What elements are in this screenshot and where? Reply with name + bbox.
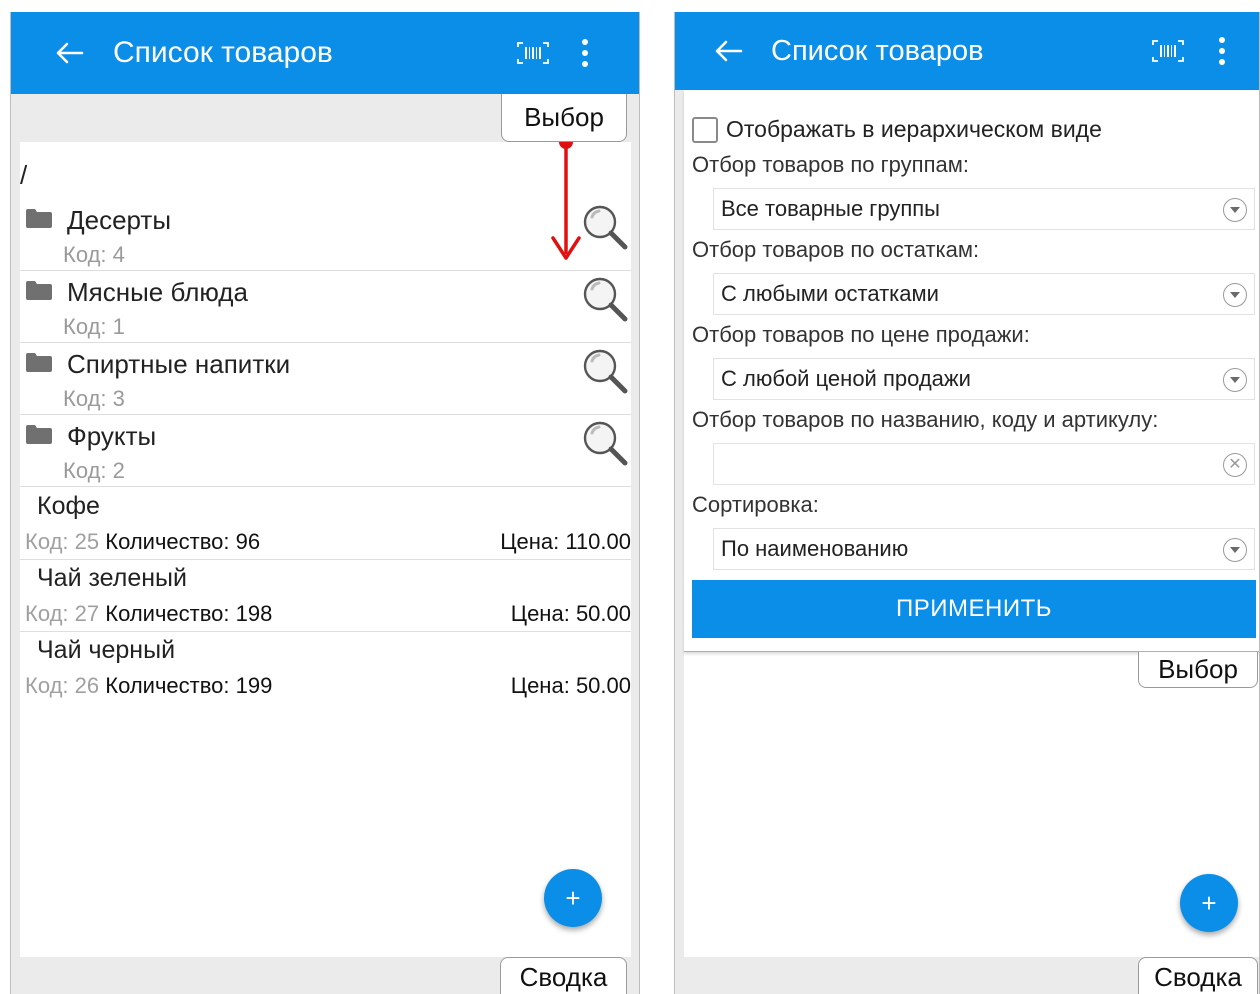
item-row[interactable]: Кофе Код: 25 Количество: 96 Цена: 110.00 — [20, 488, 631, 560]
group-name: Фрукты — [67, 421, 157, 451]
group-name: Спиртные напитки — [67, 349, 291, 379]
item-meta: Код: 25 Количество: 96 — [25, 529, 261, 554]
stock-filter-label: Отбор товаров по остаткам: — [692, 237, 980, 262]
stock-filter-value: С любыми остатками — [721, 281, 939, 306]
folder-icon — [26, 425, 52, 444]
product-list: / Десерты Код: 4 Мясные блюда Код: 1 Спи… — [20, 142, 631, 957]
hierarchy-checkbox[interactable] — [692, 116, 718, 143]
page-title: Список товаров — [113, 36, 333, 69]
group-row[interactable]: Фрукты Код: 2 — [20, 416, 631, 487]
search-input[interactable]: ✕ — [713, 443, 1255, 485]
group-name: Десерты — [67, 205, 172, 235]
barcode-icon[interactable] — [516, 12, 550, 94]
hierarchy-checkbox-row[interactable]: Отображать в иерархическом виде — [692, 116, 1102, 143]
group-row[interactable]: Десерты Код: 4 — [20, 200, 631, 271]
left-screen: Список товаров Выбор / Десерты Код: 4 Мя… — [10, 12, 640, 994]
add-item-button[interactable]: + — [1180, 874, 1238, 932]
sort-value: По наименованию — [721, 536, 909, 561]
group-code: Код: 3 — [63, 386, 125, 411]
back-arrow-icon[interactable] — [49, 12, 89, 94]
plus-icon: + — [565, 882, 581, 913]
item-meta: Код: 26 Количество: 199 — [25, 673, 273, 698]
search-filter-label: Отбор товаров по названию, коду и артику… — [692, 407, 1159, 432]
groups-filter-value: Все товарные группы — [721, 196, 940, 221]
item-name: Кофе — [37, 492, 100, 520]
filter-panel: Отображать в иерархическом виде Отбор то… — [684, 90, 1259, 652]
barcode-icon[interactable] — [1151, 12, 1185, 90]
app-bar: Список товаров — [675, 12, 1259, 90]
breadcrumb-path: / — [20, 160, 28, 190]
group-row[interactable]: Мясные блюда Код: 1 — [20, 272, 631, 343]
tab-select[interactable]: Выбор — [1138, 652, 1258, 688]
folder-icon — [26, 353, 52, 372]
back-arrow-icon[interactable] — [708, 12, 748, 90]
group-code: Код: 2 — [63, 458, 125, 483]
item-row[interactable]: Чай черный Код: 26 Количество: 199 Цена:… — [20, 632, 631, 704]
hierarchy-label: Отображать в иерархическом виде — [726, 116, 1102, 142]
group-code: Код: 4 — [63, 242, 125, 267]
folder-icon — [26, 281, 52, 300]
group-name: Мясные блюда — [67, 277, 248, 307]
app-bar: Список товаров — [11, 12, 639, 94]
tab-select[interactable]: Выбор — [501, 94, 627, 142]
item-row[interactable]: Чай зеленый Код: 27 Количество: 198 Цена… — [20, 560, 631, 632]
group-row[interactable]: Спиртные напитки Код: 3 — [20, 344, 631, 415]
magnifier-icon[interactable] — [581, 203, 629, 251]
dropdown-caret-icon — [1223, 283, 1247, 307]
magnifier-icon[interactable] — [581, 347, 629, 395]
page-title: Список товаров — [771, 34, 984, 67]
more-vert-icon[interactable] — [575, 12, 595, 94]
groups-filter-select[interactable]: Все товарные группы — [713, 188, 1255, 230]
right-screen: Список товаров Отображать в иерархическо… — [674, 12, 1260, 994]
magnifier-icon[interactable] — [581, 275, 629, 323]
groups-filter-label: Отбор товаров по группам: — [692, 152, 969, 177]
sort-label: Сортировка: — [692, 492, 819, 517]
price-filter-label: Отбор товаров по цене продажи: — [692, 322, 1030, 347]
item-name: Чай зеленый — [37, 564, 187, 592]
magnifier-icon[interactable] — [581, 419, 629, 467]
price-filter-value: С любой ценой продажи — [721, 366, 971, 391]
stock-filter-select[interactable]: С любыми остатками — [713, 273, 1255, 315]
group-code: Код: 1 — [63, 314, 125, 339]
folder-icon — [26, 209, 52, 228]
more-vert-icon[interactable] — [1212, 12, 1232, 90]
dropdown-caret-icon — [1223, 368, 1247, 392]
item-price: Цена: 50.00 — [510, 673, 631, 698]
apply-button[interactable]: ПРИМЕНИТЬ — [692, 580, 1256, 638]
tab-summary[interactable]: Сводка — [500, 957, 627, 994]
item-price: Цена: 50.00 — [510, 601, 631, 626]
clear-icon[interactable]: ✕ — [1223, 453, 1247, 477]
item-name: Чай черный — [37, 636, 176, 664]
dropdown-caret-icon — [1223, 538, 1247, 562]
sort-select[interactable]: По наименованию — [713, 528, 1255, 570]
item-price: Цена: 110.00 — [500, 529, 631, 554]
price-filter-select[interactable]: С любой ценой продажи — [713, 358, 1255, 400]
tab-summary[interactable]: Сводка — [1138, 957, 1258, 994]
arrow-annotation-icon — [551, 142, 581, 260]
plus-icon: + — [1201, 887, 1217, 918]
item-meta: Код: 27 Количество: 198 — [25, 601, 273, 626]
add-item-button[interactable]: + — [544, 869, 602, 927]
dropdown-caret-icon — [1223, 198, 1247, 222]
